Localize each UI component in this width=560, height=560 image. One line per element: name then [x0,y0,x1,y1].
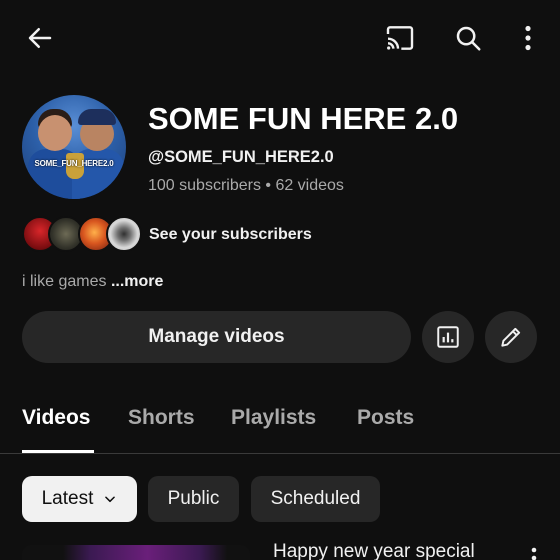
tab-posts[interactable]: Posts [357,406,414,430]
video-more-icon[interactable] [530,546,546,560]
latest-label: Latest [41,488,94,509]
back-arrow-icon[interactable] [22,20,58,56]
edit-channel-button[interactable] [485,311,537,363]
more-link[interactable]: ...more [111,273,163,290]
channel-tabs: Videos Shorts Playlists Posts [0,390,560,454]
channel-stats: 100 subscribers • 62 videos [148,177,344,194]
avatar-cap-right [78,109,116,125]
analytics-button[interactable] [422,311,474,363]
cast-icon[interactable] [382,20,418,56]
public-filter-chip[interactable]: Public [148,476,239,522]
subscriber-avatar [106,216,142,252]
tab-shorts[interactable]: Shorts [128,406,195,430]
tab-playlists[interactable]: Playlists [231,406,316,430]
channel-handle: @SOME_FUN_HERE2.0 [148,148,334,166]
edit-pencil-icon [501,327,521,347]
manage-videos-button[interactable]: Manage videos [22,311,411,363]
video-title[interactable]: Happy new year special [273,541,475,560]
video-thumbnail[interactable] [22,545,250,560]
channel-title: SOME FUN HERE 2.0 [148,101,459,136]
active-tab-indicator [22,450,94,453]
channel-avatar[interactable]: SOME_FUN_HERE2.0 [22,95,126,199]
avatar-face-left [38,115,72,151]
tab-videos[interactable]: Videos [22,406,90,430]
analytics-icon [437,326,459,348]
avatar-text: SOME_FUN_HERE2.0 [34,159,114,168]
channel-description[interactable]: i like games ...more [22,273,163,291]
scheduled-filter-chip[interactable]: Scheduled [251,476,380,522]
description-text: i like games [22,273,107,290]
latest-sort-chip[interactable]: Latest [22,476,137,522]
search-icon[interactable] [450,20,486,56]
chevron-down-icon [105,496,116,503]
top-app-bar [0,0,560,76]
see-subscribers-link[interactable]: See your subscribers [149,226,312,244]
more-vert-icon[interactable] [510,20,546,56]
